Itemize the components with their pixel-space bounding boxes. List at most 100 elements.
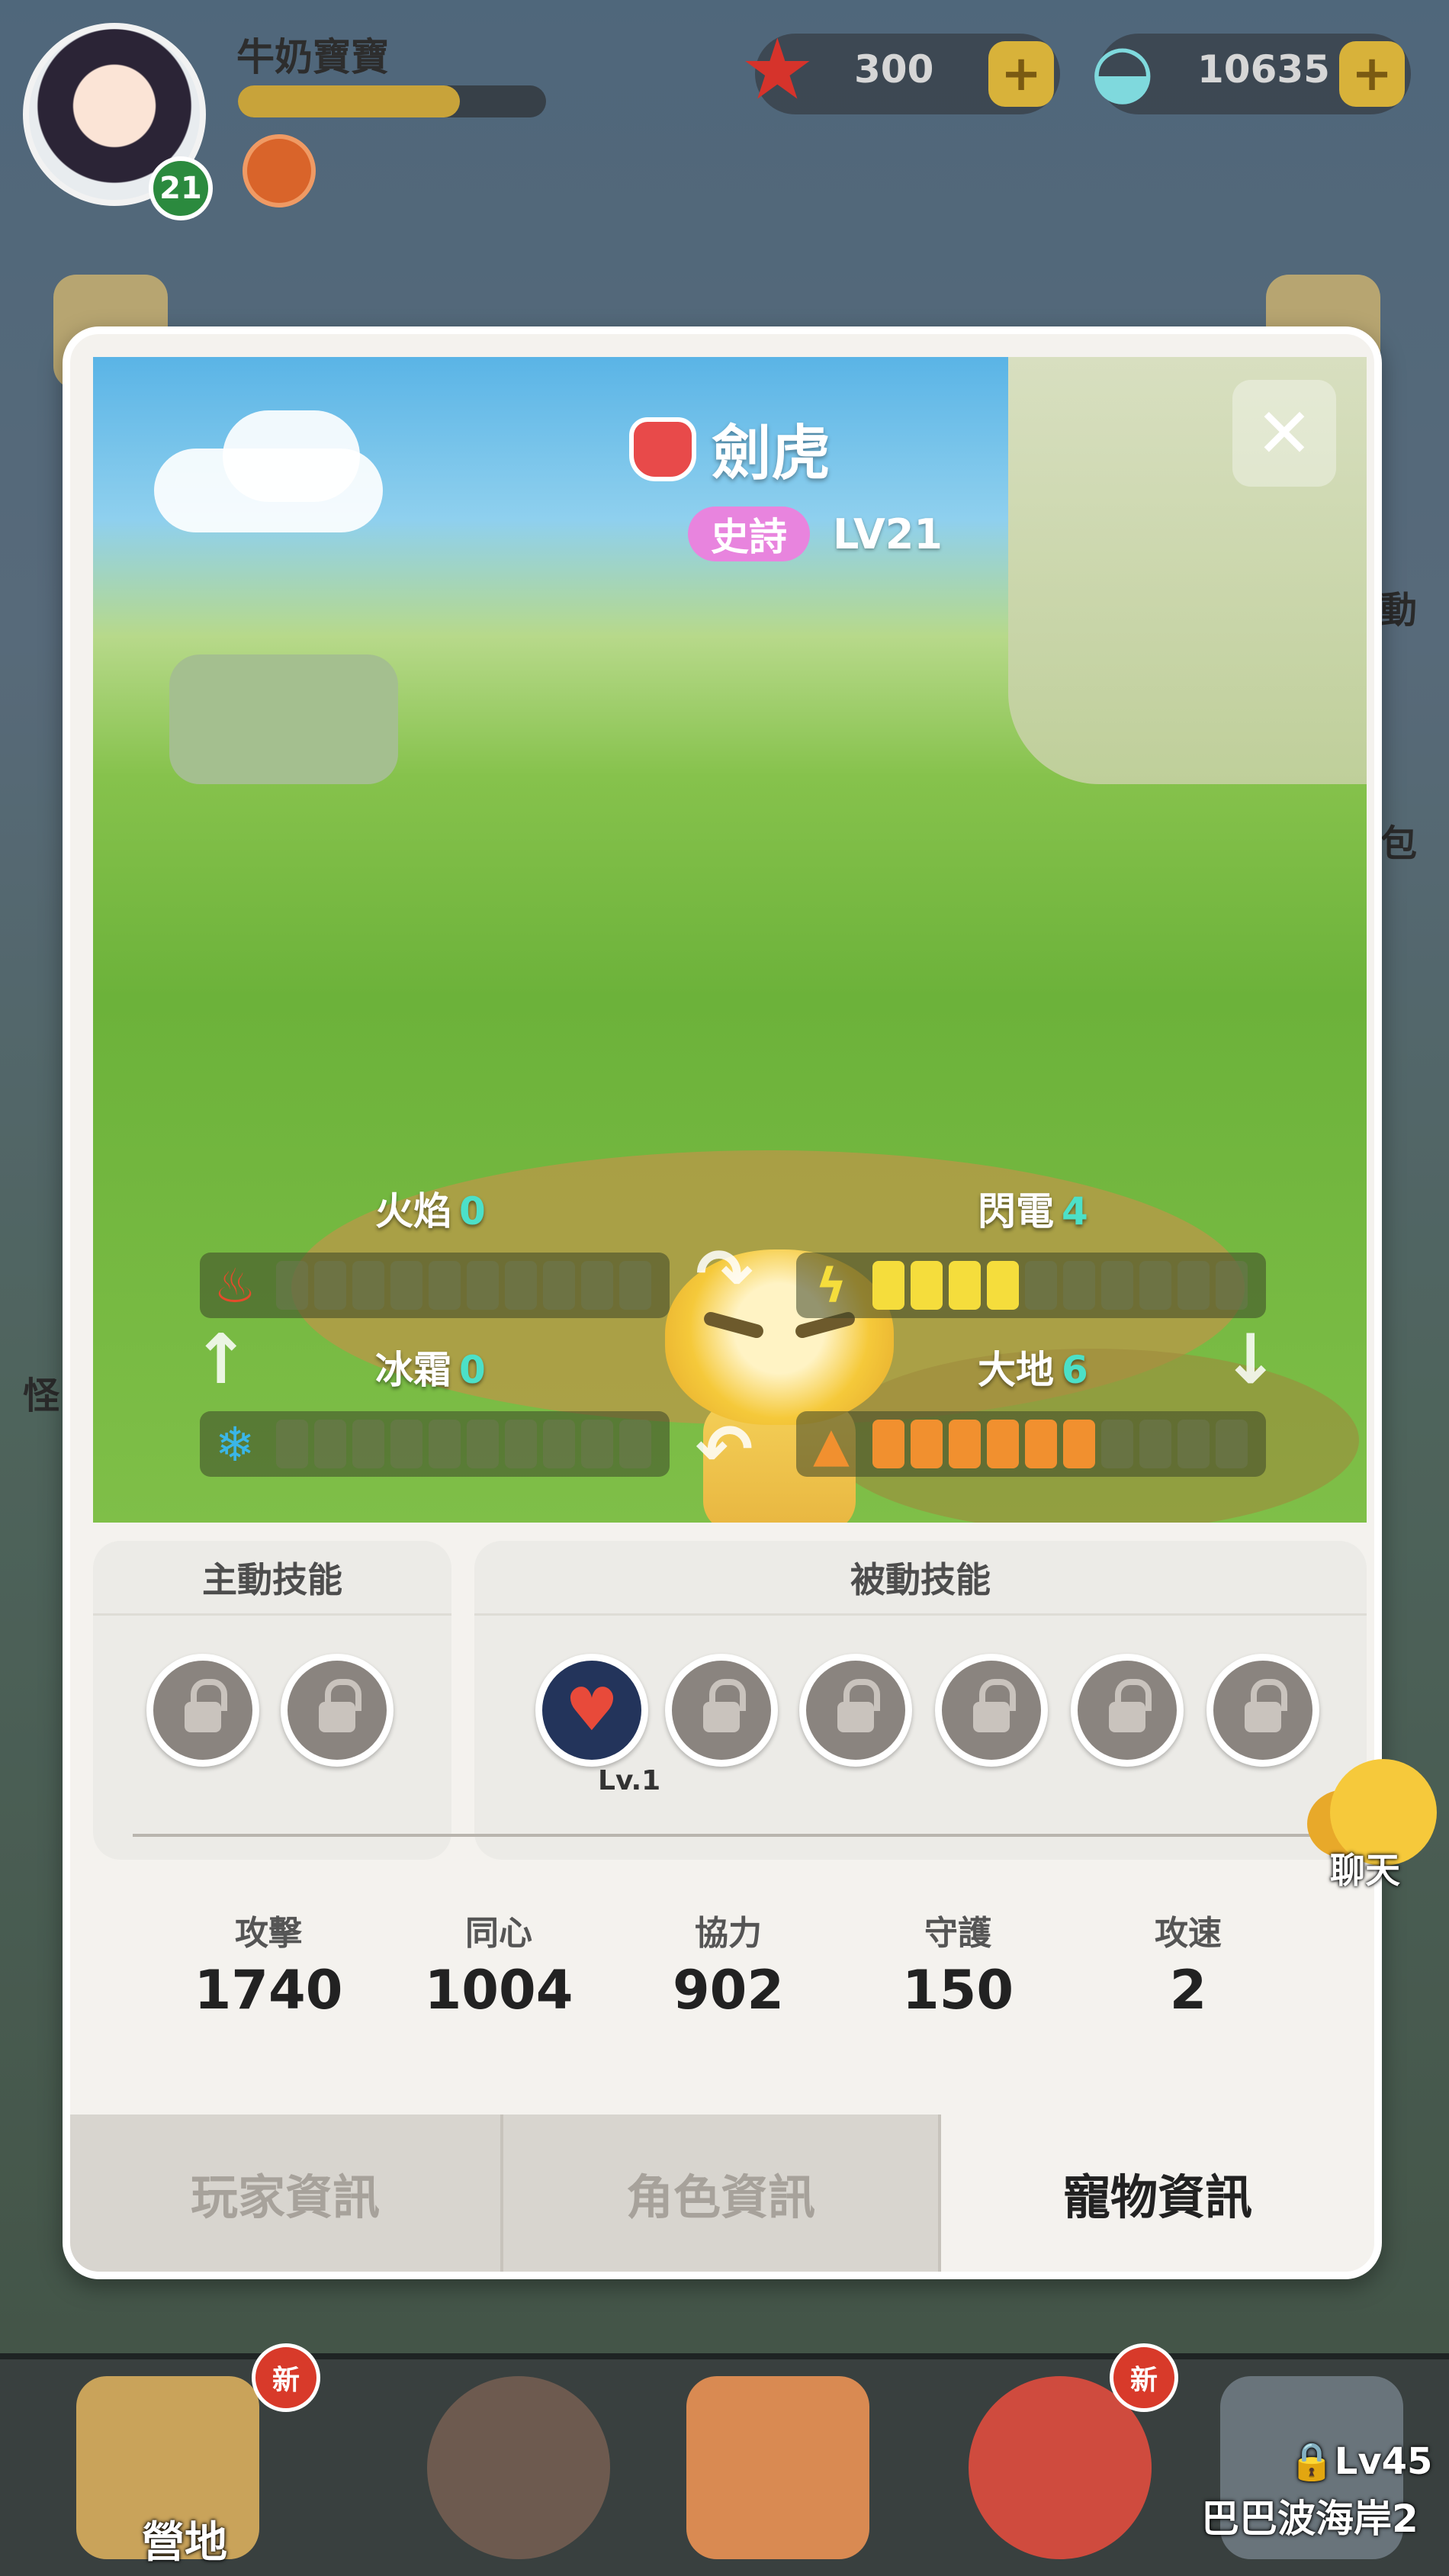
- divider: [133, 1834, 1414, 1837]
- lock-icon: [1245, 1679, 1287, 1732]
- lightning-segment: [911, 1261, 943, 1310]
- tab-pet-info[interactable]: 寵物資訊: [941, 2115, 1374, 2272]
- active-skills-panel: 主動技能: [93, 1541, 451, 1860]
- stat-unity: 同心 1004: [424, 1914, 573, 2021]
- fire-label: 火焰 0: [375, 1189, 486, 1233]
- passive-skill-heart[interactable]: ♥: [535, 1654, 648, 1767]
- passive-skill-slot-locked[interactable]: [799, 1654, 912, 1767]
- lightning-segment: [1101, 1261, 1133, 1310]
- cycle-arrow-icon: ↓: [1222, 1320, 1280, 1400]
- starfish-resource: ★ 300 +: [740, 27, 1060, 114]
- frost-segment: [505, 1420, 537, 1468]
- totem-mask-icon[interactable]: [686, 2376, 869, 2559]
- earth-segment: [1025, 1420, 1057, 1468]
- active-skill-slot-locked[interactable]: [281, 1654, 394, 1767]
- frost-segment: [581, 1420, 613, 1468]
- fire-segment: [467, 1261, 499, 1310]
- ring-badge-icon[interactable]: [243, 134, 316, 207]
- earth-segment: [1178, 1420, 1210, 1468]
- fire-segment: [276, 1261, 308, 1310]
- frost-segment: [467, 1420, 499, 1468]
- add-starfish-button[interactable]: +: [988, 41, 1054, 107]
- lightning-label: 閃電 4: [978, 1189, 1088, 1233]
- fire-segment: [543, 1261, 575, 1310]
- passive-skill-slot-locked[interactable]: [935, 1654, 1048, 1767]
- fire-segment: [390, 1261, 422, 1310]
- earth-segment: [872, 1420, 904, 1468]
- frost-value: 0: [459, 1348, 486, 1392]
- stat-cooperation: 協力 902: [672, 1914, 785, 2021]
- earth-segment: [949, 1420, 981, 1468]
- new-badge: 新: [252, 2343, 320, 2412]
- pet-name: 劍虎: [711, 420, 831, 488]
- shell-resource: ◒ 10635 +: [1091, 34, 1411, 114]
- lightning-segment: [1139, 1261, 1171, 1310]
- fire-bar: ♨: [200, 1253, 670, 1318]
- frost-segment: [352, 1420, 384, 1468]
- player-level-badge: 21: [149, 156, 213, 220]
- tab-player-info[interactable]: 玩家資訊: [70, 2115, 503, 2272]
- lightning-segment: [1216, 1261, 1248, 1310]
- chat-button[interactable]: 聊天: [1307, 1759, 1444, 1891]
- add-shell-button[interactable]: +: [1339, 41, 1405, 107]
- frost-label: 冰霜 0: [375, 1348, 486, 1392]
- frost-segment: [429, 1420, 461, 1468]
- snowflake-icon: ❄: [215, 1416, 255, 1472]
- fire-segment: [429, 1261, 461, 1310]
- lightning-segment: [1178, 1261, 1210, 1310]
- passive-skill-level: Lv.1: [598, 1765, 661, 1796]
- lightning-segment: [987, 1261, 1019, 1310]
- pet-type-icon: [628, 417, 696, 481]
- fire-icon: ♨: [214, 1257, 256, 1314]
- earth-segment: [987, 1420, 1019, 1468]
- passive-skills-panel: 被動技能 ♥: [474, 1541, 1367, 1860]
- fire-segment: [314, 1261, 346, 1310]
- earth-segment: [1216, 1420, 1248, 1468]
- area-name-label: 巴巴波海岸2: [1201, 2497, 1418, 2541]
- close-button[interactable]: ✕: [1232, 380, 1336, 487]
- lock-icon: [837, 1679, 880, 1732]
- lightning-bar: ϟ: [796, 1253, 1266, 1318]
- starfish-icon: ★: [740, 21, 815, 118]
- camp-label: 營地: [142, 2518, 227, 2568]
- xp-bar: [238, 85, 546, 117]
- active-skill-slot-locked[interactable]: [146, 1654, 259, 1767]
- pet-info-modal: 劍虎 史詩 LV21 ✕ 火焰 0 閃電 4 冰霜 0 大地 6 ♨ ϟ ❄ ▲ ↷ ↓…: [63, 326, 1414, 2279]
- earth-bar: ▲: [796, 1411, 1266, 1477]
- heart-claw-icon: ♥: [565, 1676, 618, 1745]
- frost-segment: [314, 1420, 346, 1468]
- frost-segment: [543, 1420, 575, 1468]
- pet-level: LV21: [833, 510, 943, 558]
- fire-value: 0: [459, 1189, 486, 1233]
- fire-segment: [505, 1261, 537, 1310]
- frost-segment: [276, 1420, 308, 1468]
- shell-count: 10635: [1197, 47, 1330, 92]
- active-skills-title: 主動技能: [93, 1541, 451, 1616]
- rock: [169, 654, 398, 784]
- lock-icon: [319, 1679, 361, 1732]
- side-label-right-1: 動: [1380, 589, 1418, 632]
- stat-guard: 守護 150: [901, 1914, 1014, 2021]
- frost-segment: [619, 1420, 651, 1468]
- tab-character-info[interactable]: 角色資訊: [503, 2115, 941, 2272]
- earth-segment: [1139, 1420, 1171, 1468]
- starfish-count: 300: [854, 47, 934, 92]
- passive-skill-slot-locked[interactable]: [1071, 1654, 1184, 1767]
- lightning-segment: [949, 1261, 981, 1310]
- new-badge: 新: [1110, 2343, 1178, 2412]
- player-name: 牛奶寶寶: [236, 35, 389, 79]
- stat-attack-speed: 攻速 2: [1155, 1914, 1222, 2021]
- lock-icon: [1109, 1679, 1152, 1732]
- frost-segment: [390, 1420, 422, 1468]
- rarity-badge: 史詩: [688, 507, 810, 561]
- passive-skill-slot-locked[interactable]: [665, 1654, 778, 1767]
- cycle-arrow-icon: ↷: [696, 1234, 753, 1314]
- lock-icon: [703, 1679, 746, 1732]
- character-face-icon[interactable]: [427, 2376, 610, 2559]
- cycle-arrow-icon: ↑: [192, 1320, 250, 1400]
- earth-segment: [911, 1420, 943, 1468]
- earth-segment: [1063, 1420, 1095, 1468]
- passive-skill-slot-locked[interactable]: [1206, 1654, 1319, 1767]
- lightning-segment: [1025, 1261, 1057, 1310]
- earth-value: 6: [1062, 1348, 1088, 1392]
